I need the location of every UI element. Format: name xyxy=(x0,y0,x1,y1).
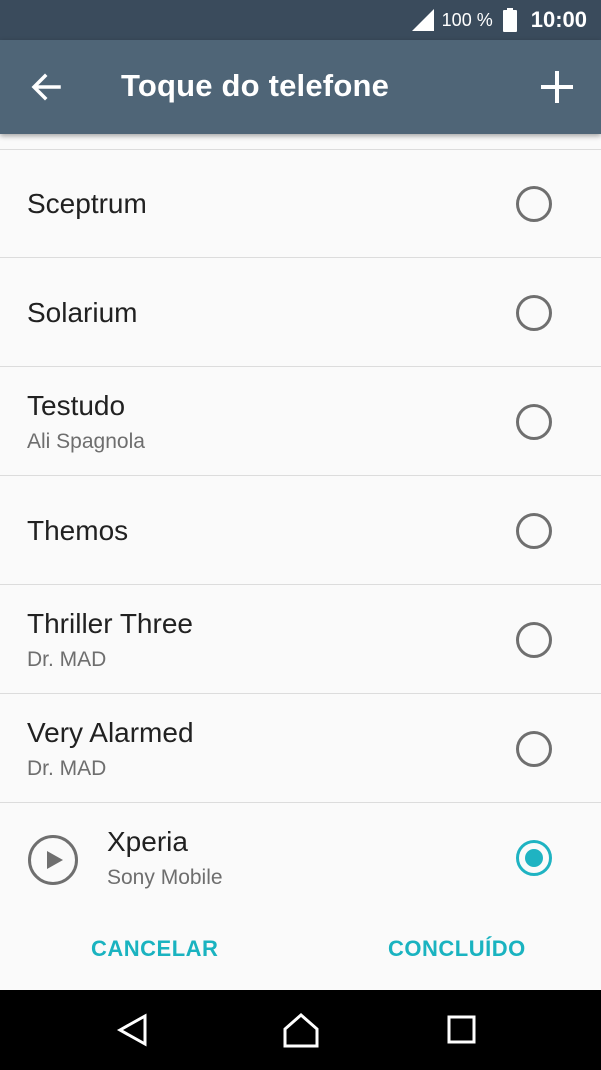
nav-back-icon[interactable] xyxy=(110,1008,156,1052)
nav-home-icon[interactable] xyxy=(278,1008,324,1052)
signal-icon xyxy=(411,9,434,31)
battery-percent: 100 % xyxy=(441,9,493,30)
radio-button[interactable] xyxy=(516,513,552,549)
ringtone-row-xperia[interactable]: Xperia Sony Mobile xyxy=(0,804,601,912)
radio-button[interactable] xyxy=(516,731,552,767)
navigation-bar xyxy=(0,990,601,1070)
add-ringtone-button[interactable] xyxy=(535,65,579,109)
ringtone-name: Very Alarmed xyxy=(27,717,194,748)
radio-button[interactable] xyxy=(516,622,552,658)
ringtone-list[interactable]: Sceptrum Solarium Testudo Ali Spagnola T… xyxy=(0,134,601,912)
back-arrow-icon xyxy=(31,73,61,101)
radio-button[interactable] xyxy=(516,186,552,222)
nav-recents-icon[interactable] xyxy=(438,1008,484,1052)
ringtone-name: Testudo xyxy=(27,390,126,421)
ringtone-row-testudo[interactable]: Testudo Ali Spagnola xyxy=(0,368,601,476)
ringtone-name: Themos xyxy=(27,515,129,546)
battery-icon xyxy=(502,8,517,32)
dialog-actions: CANCELAR CONCLUÍDO xyxy=(0,912,601,990)
radio-button-selected[interactable] xyxy=(516,840,552,876)
status-clock: 10:00 xyxy=(530,7,587,32)
add-icon xyxy=(541,71,573,103)
ringtone-artist: Ali Spagnola xyxy=(27,430,145,453)
ringtone-artist: Dr. MAD xyxy=(27,648,107,671)
ringtone-artist: Sony Mobile xyxy=(107,866,223,889)
done-button[interactable]: CONCLUÍDO xyxy=(388,936,526,962)
ringtone-row-very-alarmed[interactable]: Very Alarmed Dr. MAD xyxy=(0,695,601,803)
ringtone-name: Xperia xyxy=(107,826,188,857)
status-bar: 100 % 10:00 xyxy=(0,0,601,40)
ringtone-row-sceptrum[interactable]: Sceptrum xyxy=(0,150,601,258)
app-bar: Toque do telefone xyxy=(0,40,601,134)
ringtone-name: Sceptrum xyxy=(27,188,147,219)
play-icon[interactable] xyxy=(27,834,79,886)
ringtone-row-solarium[interactable]: Solarium xyxy=(0,259,601,367)
page-title: Toque do telefone xyxy=(121,68,390,103)
radio-button[interactable] xyxy=(516,404,552,440)
cancel-button[interactable]: CANCELAR xyxy=(91,936,218,962)
back-button[interactable] xyxy=(24,67,68,107)
ringtone-name: Solarium xyxy=(27,297,138,328)
ringtone-name: Thriller Three xyxy=(27,608,193,639)
radio-button[interactable] xyxy=(516,295,552,331)
ringtone-row-themos[interactable]: Themos xyxy=(0,477,601,585)
ringtone-artist: Dr. MAD xyxy=(27,757,107,780)
ringtone-row-thriller-three[interactable]: Thriller Three Dr. MAD xyxy=(0,586,601,694)
